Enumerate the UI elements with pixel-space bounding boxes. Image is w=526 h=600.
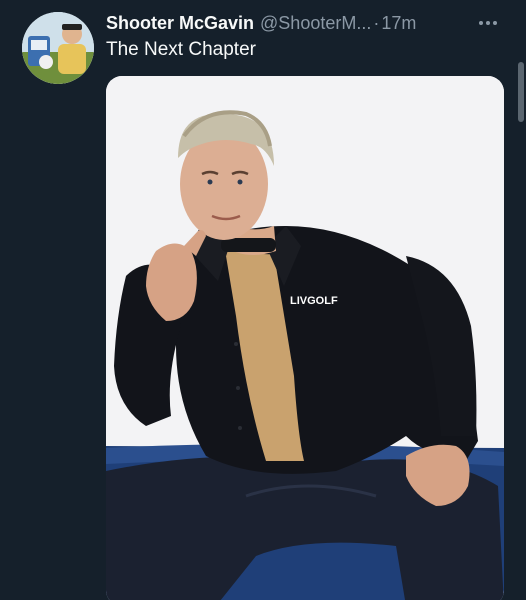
author-name[interactable]: Shooter McGavin bbox=[106, 13, 254, 34]
more-dot bbox=[486, 21, 490, 25]
author-handle[interactable]: @ShooterM... bbox=[260, 13, 371, 34]
shirt-logo: LIVGOLF bbox=[290, 295, 338, 307]
tweet-header: Shooter McGavin @ShooterM... · 17m bbox=[106, 11, 506, 35]
scrollbar-thumb[interactable] bbox=[518, 62, 524, 122]
tweet-text: The Next Chapter bbox=[106, 39, 256, 60]
separator-dot: · bbox=[373, 12, 380, 33]
tweet-timestamp[interactable]: 17m bbox=[381, 13, 416, 34]
more-horizontal-icon[interactable] bbox=[476, 13, 500, 33]
tweet-photo[interactable]: LIVGOLF bbox=[106, 76, 504, 600]
tweet-timeline: Shooter McGavin @ShooterM... · 17m The N… bbox=[0, 0, 526, 600]
more-dot bbox=[493, 21, 497, 25]
photo-illustration: LIVGOLF bbox=[106, 76, 504, 600]
avatar[interactable] bbox=[22, 12, 94, 84]
more-dot bbox=[479, 21, 483, 25]
